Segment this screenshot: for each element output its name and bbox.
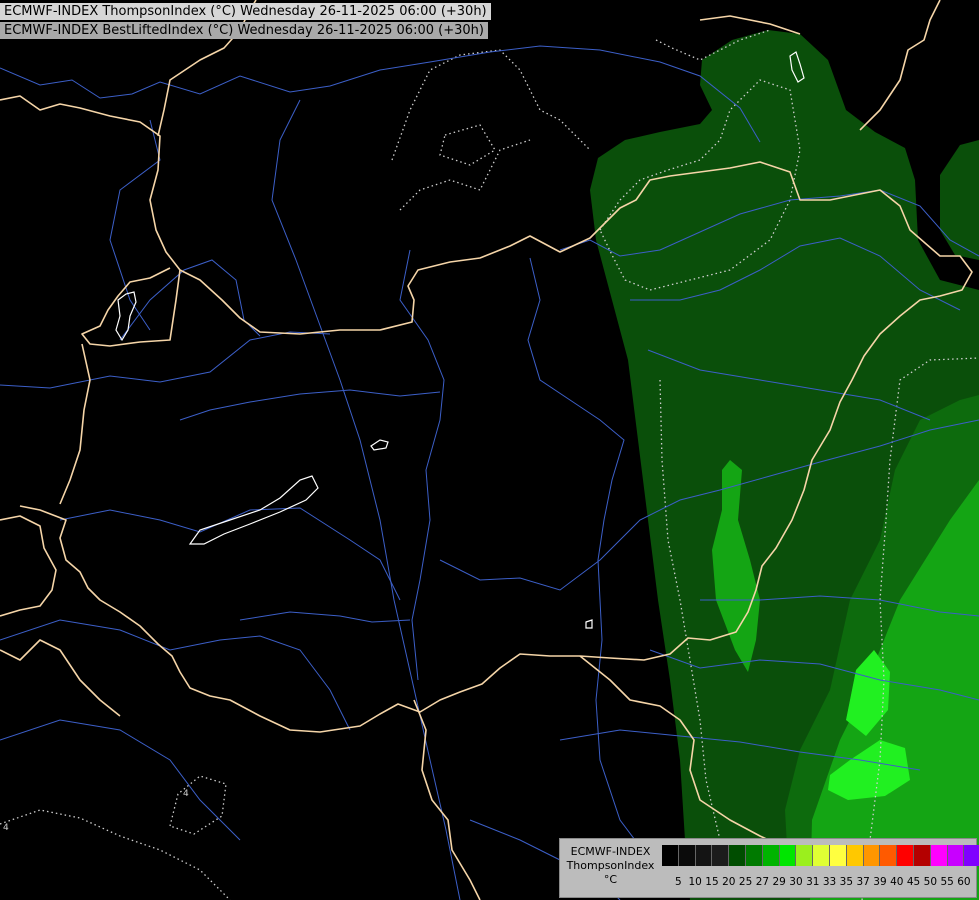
legend-tick-label: 10 [688,876,702,888]
legend-tick-label: 35 [839,876,854,888]
legend-title-line: °C [603,873,618,886]
legend-swatch [779,845,797,866]
legend-swatch [947,845,965,866]
legend-swatch [930,845,948,866]
legend-title: ECMWF-INDEX ThompsonIndex °C [560,845,661,887]
legend-ticks: 5 10 15 20 25 27 29 30 31 33 35 37 39 40 45 50 55 60 [662,876,971,888]
legend-tick-label: 60 [957,876,971,888]
legend-swatch [880,845,898,866]
legend-swatch [678,845,696,866]
legend-swatch [662,845,679,866]
contour-label: 4 [183,789,189,799]
legend-swatch [729,845,746,866]
forecast-map: 4 4 [0,0,979,900]
legend-swatch [829,845,847,866]
legend-tick-label: 25 [738,876,753,888]
legend-swatch [745,845,763,866]
legend-tick-label: 20 [722,876,736,888]
legend-swatch [897,845,914,866]
legend-swatch [846,845,864,866]
header-best-lifted-index: ECMWF-INDEX BestLiftedIndex (°C) Wednesd… [0,22,488,39]
legend-swatch [695,845,713,866]
legend-swatch [913,845,931,866]
legend-tick-label: 45 [906,876,921,888]
legend-swatch [813,845,830,866]
legend-title-line: ECMWF-INDEX [570,845,651,858]
legend-tick-label: 37 [856,876,870,888]
legend-swatch [762,845,780,866]
legend-tick-label: 31 [806,876,820,888]
color-legend: ECMWF-INDEX ThompsonIndex °C 5 10 15 20 25 27… [559,838,979,898]
legend-tick-label: 29 [772,876,786,888]
legend-tick-label: 15 [705,876,719,888]
legend-title-line: ThompsonIndex [566,859,655,872]
legend-tick-label: 30 [789,876,803,888]
legend-swatch [796,845,814,866]
legend-tick-label: 50 [923,876,938,888]
header-thompson-index: ECMWF-INDEX ThompsonIndex (°C) Wednesday… [0,3,491,20]
legend-tick-label: 40 [890,876,904,888]
legend-tick-label: 5 [675,876,682,888]
legend-tick-label: 27 [755,876,770,888]
legend-tick-label: 39 [873,876,887,888]
legend-swatch [964,845,979,866]
legend-color-bar [662,845,979,866]
legend-swatch [863,845,881,866]
legend-tick-label: 33 [822,876,837,888]
legend-swatch [712,845,730,866]
legend-tick-label: 55 [940,876,954,888]
contour-label: 4 [3,823,9,833]
